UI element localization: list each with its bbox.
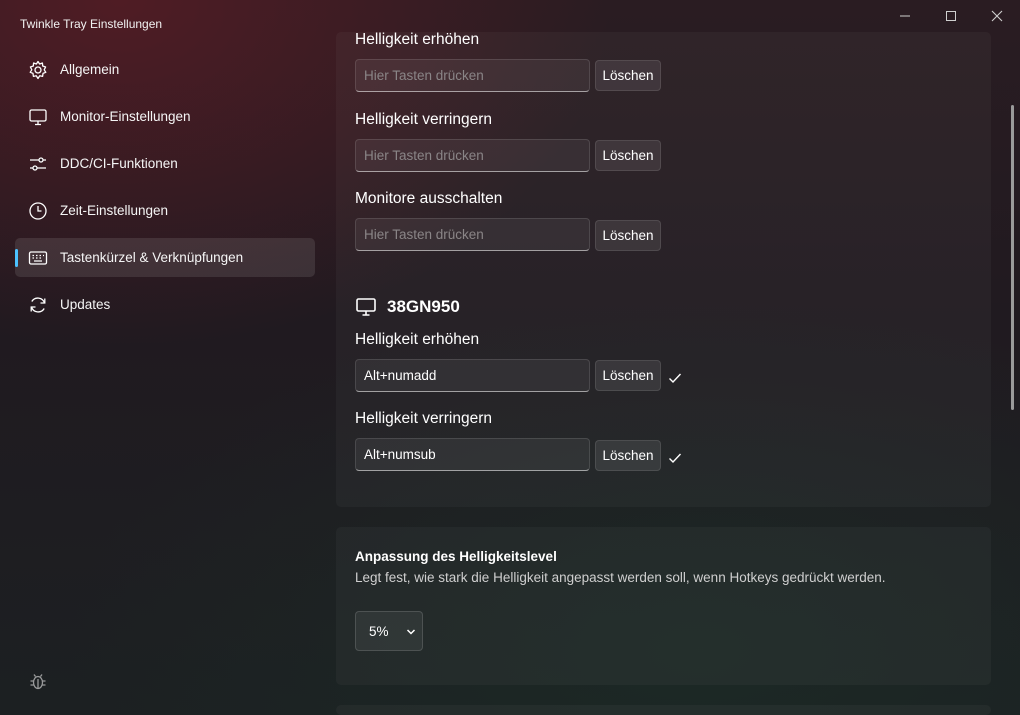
minimize-icon xyxy=(900,15,910,17)
clear-button[interactable]: Löschen xyxy=(595,440,661,471)
hotkey-label: Monitore ausschalten xyxy=(355,190,503,207)
maximize-icon xyxy=(946,11,956,21)
hotkey-input-monitor-brightness-down[interactable]: Alt+numsub xyxy=(355,438,590,471)
sliders-icon xyxy=(28,154,48,174)
bug-icon[interactable] xyxy=(28,671,48,691)
brightness-level-value: 5% xyxy=(369,623,389,639)
sidebar-item-label: Updates xyxy=(60,297,111,312)
sidebar-item-allgemein[interactable]: Allgemein xyxy=(15,50,315,89)
hotkeys-panel xyxy=(336,32,991,507)
hotkey-input-monitor-brightness-up[interactable]: Alt+numadd xyxy=(355,359,590,392)
check-icon xyxy=(669,373,682,384)
chevron-down-icon xyxy=(406,629,416,635)
keyboard-icon xyxy=(28,248,48,268)
monitor-icon xyxy=(356,298,376,316)
brightness-level-select[interactable]: 5% xyxy=(355,611,423,651)
window-title: Twinkle Tray Einstellungen xyxy=(20,17,163,31)
sidebar-item-label: Monitor-Einstellungen xyxy=(60,109,191,124)
monitor-heading: 38GN950 xyxy=(355,296,460,318)
maximize-button[interactable] xyxy=(928,0,974,32)
clear-button[interactable]: Löschen xyxy=(595,140,661,171)
sidebar-item-updates[interactable]: Updates xyxy=(15,285,315,324)
hotkey-label: Helligkeit erhöhen xyxy=(355,31,480,48)
close-button[interactable] xyxy=(974,0,1020,32)
check-icon xyxy=(669,453,682,464)
hotkey-label: Helligkeit erhöhen xyxy=(355,331,480,348)
sidebar-item-monitor-einstellungen[interactable]: Monitor-Einstellungen xyxy=(15,97,315,136)
scrollbar-thumb[interactable] xyxy=(1011,105,1014,410)
sidebar-item-label: DDC/CI-Funktionen xyxy=(60,156,178,171)
brightness-level-title: Anpassung des Helligkeitslevel xyxy=(355,549,557,564)
hotkey-input-brightness-up[interactable]: Hier Tasten drücken xyxy=(355,59,590,92)
monitor-icon xyxy=(28,107,48,127)
brightness-level-description: Legt fest, wie stark die Helligkeit ange… xyxy=(355,570,886,585)
clear-button[interactable]: Löschen xyxy=(595,360,661,391)
sidebar-item-ddc-ci[interactable]: DDC/CI-Funktionen xyxy=(15,144,315,183)
sidebar-item-tastenkuerzel[interactable]: Tastenkürzel & Verknüpfungen xyxy=(15,238,315,277)
next-panel xyxy=(336,705,991,715)
sidebar-item-label: Allgemein xyxy=(60,62,120,77)
monitor-name: 38GN950 xyxy=(387,297,460,316)
clock-icon xyxy=(28,201,48,221)
sidebar-item-zeit-einstellungen[interactable]: Zeit-Einstellungen xyxy=(15,191,315,230)
refresh-icon xyxy=(28,295,48,315)
window-controls xyxy=(882,0,1020,32)
clear-button[interactable]: Löschen xyxy=(595,220,661,251)
clear-button[interactable]: Löschen xyxy=(595,60,661,91)
sidebar-item-label: Tastenkürzel & Verknüpfungen xyxy=(60,250,244,265)
hotkey-label: Helligkeit verringern xyxy=(355,111,492,128)
hotkey-input-monitors-off[interactable]: Hier Tasten drücken xyxy=(355,218,590,251)
close-icon xyxy=(991,10,1003,22)
hotkey-input-brightness-down[interactable]: Hier Tasten drücken xyxy=(355,139,590,172)
gear-icon xyxy=(28,60,48,80)
hotkey-label: Helligkeit verringern xyxy=(355,410,492,427)
minimize-button[interactable] xyxy=(882,0,928,32)
sidebar-item-label: Zeit-Einstellungen xyxy=(60,203,169,218)
